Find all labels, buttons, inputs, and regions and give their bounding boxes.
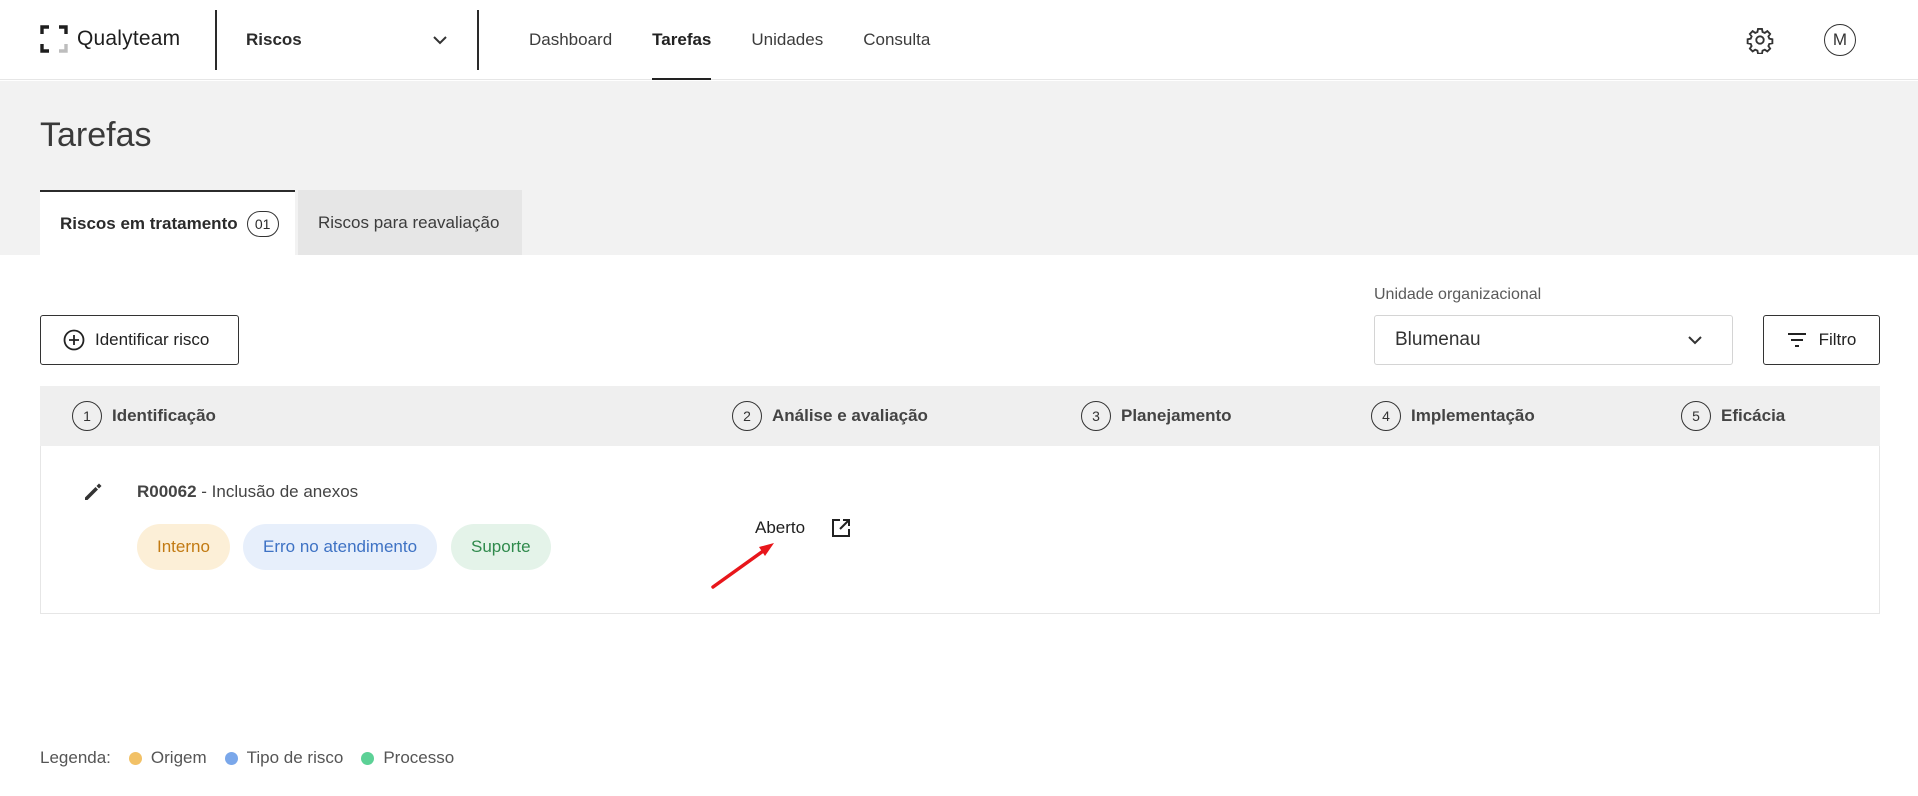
nav-consulta[interactable]: Consulta — [843, 0, 950, 80]
open-external-icon[interactable] — [829, 516, 853, 540]
step-analise-avaliacao: 2 Análise e avaliação — [732, 401, 928, 431]
risk-code: R00062 — [137, 482, 197, 501]
identify-risk-button[interactable]: Identificar risco — [40, 315, 239, 365]
qualyteam-logo-icon — [40, 25, 68, 53]
step-number: 4 — [1371, 401, 1401, 431]
step-label: Implementação — [1411, 406, 1535, 425]
tab-riscos-em-tratamento[interactable]: Riscos em tratamento 01 — [40, 190, 295, 255]
step-eficacia: 5 Eficácia — [1681, 401, 1785, 431]
risk-type-tag: Erro no atendimento — [243, 524, 438, 570]
gear-icon[interactable] — [1746, 26, 1774, 54]
module-dropdown-value: Riscos — [246, 30, 302, 49]
step-implementacao: 4 Implementação — [1371, 401, 1535, 431]
risk-title[interactable]: R00062 - Inclusão de anexos — [137, 482, 358, 502]
tab-label: Riscos para reavaliação — [318, 212, 500, 232]
legend: Legenda: Origem Tipo de risco Processo — [40, 748, 454, 768]
steps-header: 1 Identificação 2 Análise e avaliação 3 … — [40, 386, 1880, 446]
logo[interactable]: Qualyteam — [40, 24, 180, 54]
risk-name: Inclusão de anexos — [211, 482, 359, 501]
legend-label: Legenda: — [40, 748, 111, 767]
legend-dot — [128, 751, 142, 765]
nav-tarefas[interactable]: Tarefas — [632, 0, 731, 80]
chevron-down-icon — [1688, 335, 1702, 344]
step-number: 5 — [1681, 401, 1711, 431]
legend-item-label: Processo — [383, 748, 455, 767]
step-number: 2 — [732, 401, 762, 431]
divider — [477, 10, 479, 70]
process-tag: Suporte — [451, 524, 551, 570]
legend-dot — [361, 751, 375, 765]
tab-label: Riscos em tratamento — [60, 213, 238, 233]
legend-item-origem: Origem — [128, 748, 207, 768]
chevron-down-icon — [433, 35, 447, 44]
unit-select-value: Blumenau — [1395, 329, 1481, 350]
top-navigation-bar: Qualyteam Riscos Dashboard Tarefas Unida… — [0, 0, 1918, 80]
legend-item-processo: Processo — [361, 748, 454, 768]
nav-dashboard[interactable]: Dashboard — [509, 0, 632, 80]
filter-icon — [1787, 333, 1806, 347]
page-title: Tarefas — [40, 116, 152, 154]
pencil-icon[interactable] — [81, 480, 105, 504]
table-row[interactable]: R00062 - Inclusão de anexos Interno Erro… — [40, 446, 1880, 614]
step-label: Identificação — [112, 406, 216, 425]
legend-item-label: Tipo de risco — [246, 748, 344, 767]
identify-risk-label: Identificar risco — [95, 330, 210, 349]
logo-text: Qualyteam — [77, 27, 181, 50]
legend-item-tipo: Tipo de risco — [224, 748, 344, 768]
legend-item-label: Origem — [150, 748, 207, 767]
module-dropdown[interactable]: Riscos — [217, 0, 477, 80]
step-label: Eficácia — [1721, 406, 1786, 425]
step-label: Planejamento — [1121, 406, 1232, 425]
step-label: Análise e avaliação — [772, 406, 928, 425]
unit-select[interactable]: Blumenau — [1374, 315, 1733, 365]
legend-dot — [224, 751, 238, 765]
nav-unidades[interactable]: Unidades — [731, 0, 843, 80]
unit-label: Unidade organizacional — [1374, 286, 1542, 303]
step-identificacao: 1 Identificação — [72, 401, 216, 431]
avatar[interactable]: M — [1824, 24, 1856, 56]
step-planejamento: 3 Planejamento — [1081, 401, 1232, 431]
status-text: Aberto — [755, 518, 806, 537]
count-badge: 01 — [246, 210, 279, 237]
tab-riscos-para-reavaliacao[interactable]: Riscos para reavaliação — [298, 190, 522, 255]
step-number: 1 — [72, 401, 102, 431]
filter-button[interactable]: Filtro — [1763, 315, 1880, 365]
risk-separator: - — [196, 482, 212, 501]
filter-label: Filtro — [1818, 330, 1857, 349]
plus-circle-icon — [63, 329, 85, 351]
step-number: 3 — [1081, 401, 1111, 431]
main-nav: Dashboard Tarefas Unidades Consulta — [509, 0, 950, 80]
origin-tag: Interno — [137, 524, 230, 570]
